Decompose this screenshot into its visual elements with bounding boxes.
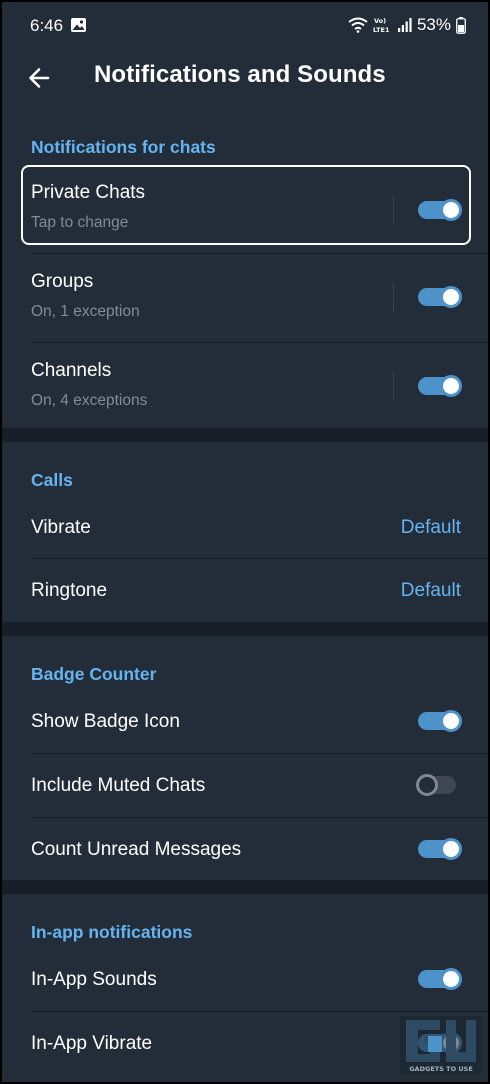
vibrate-value: Default	[400, 517, 461, 538]
battery-icon	[456, 16, 466, 34]
watermark-text: GADGETS TO USE	[409, 1065, 473, 1073]
svg-text:LTE1: LTE1	[373, 26, 390, 34]
show-badge-icon-toggle[interactable]	[418, 710, 462, 732]
channels-row[interactable]: Channels On, 4 exceptions	[2, 343, 488, 428]
section-header-calls: Calls	[31, 470, 73, 490]
groups-sub: On, 1 exception	[31, 303, 140, 320]
watermark-logo: GADGETS TO USE	[400, 1016, 482, 1074]
show-badge-icon-row[interactable]: Show Badge Icon	[2, 690, 488, 754]
in-app-sounds-toggle[interactable]	[418, 968, 462, 990]
groups-row[interactable]: Groups On, 1 exception	[2, 254, 488, 343]
channels-sub: On, 4 exceptions	[31, 392, 148, 409]
section-gap	[2, 622, 488, 636]
include-muted-chats-toggle[interactable]	[416, 774, 460, 796]
volte-icon: Vo) LTE1	[373, 17, 390, 34]
groups-label: Groups	[31, 271, 94, 292]
show-badge-icon-label: Show Badge Icon	[31, 711, 180, 732]
count-unread-messages-label: Count Unread Messages	[31, 839, 242, 860]
svg-text:Vo): Vo)	[374, 17, 386, 25]
vibrate-row[interactable]: Vibrate Default	[2, 496, 488, 559]
channels-label: Channels	[31, 360, 112, 381]
ringtone-label: Ringtone	[31, 580, 108, 601]
wifi-icon	[348, 17, 368, 33]
arrow-left-icon[interactable]	[22, 60, 58, 96]
count-unread-messages-toggle[interactable]	[418, 838, 462, 860]
ringtone-value: Default	[400, 580, 461, 601]
channels-toggle[interactable]	[418, 375, 462, 397]
in-app-sounds-label: In-App Sounds	[31, 969, 157, 990]
calls-section: Calls Vibrate Default Ringtone Default	[2, 442, 488, 622]
badge-counter-section: Badge Counter Show Badge Icon Include Mu…	[2, 636, 488, 880]
section-gap	[2, 880, 488, 894]
row-divider	[393, 283, 394, 311]
row-divider	[393, 372, 394, 400]
app-bar: Notifications and Sounds	[2, 48, 488, 110]
groups-toggle[interactable]	[418, 286, 462, 308]
section-header-badge-counter: Badge Counter	[31, 664, 157, 684]
section-header-notifications: Notifications for chats	[31, 137, 216, 157]
include-muted-chats-row[interactable]: Include Muted Chats	[2, 754, 488, 818]
section-header-in-app: In-app notifications	[31, 922, 193, 942]
in-app-sounds-row[interactable]: In-App Sounds	[2, 948, 488, 1012]
phone-screen: 6:46 Vo) LTE1 53% Notifications and Soun…	[0, 0, 490, 1084]
status-icons: Vo) LTE1 53%	[348, 15, 466, 35]
include-muted-chats-label: Include Muted Chats	[31, 775, 206, 796]
battery-percent: 53%	[416, 15, 451, 34]
section-gap	[2, 428, 488, 442]
highlight-outline	[21, 165, 471, 245]
ringtone-row[interactable]: Ringtone Default	[2, 559, 488, 622]
in-app-vibrate-label: In-App Vibrate	[31, 1033, 153, 1054]
notifications-for-chats-section: Notifications for chats Private Chats Ta…	[2, 110, 488, 428]
status-bar: 6:46 Vo) LTE1 53%	[2, 2, 488, 48]
signal-icon	[397, 18, 412, 32]
page-title: Notifications and Sounds	[94, 61, 386, 88]
gallery-icon	[71, 18, 86, 32]
count-unread-messages-row[interactable]: Count Unread Messages	[2, 818, 488, 880]
status-time: 6:46	[30, 16, 64, 35]
vibrate-label: Vibrate	[31, 517, 91, 538]
